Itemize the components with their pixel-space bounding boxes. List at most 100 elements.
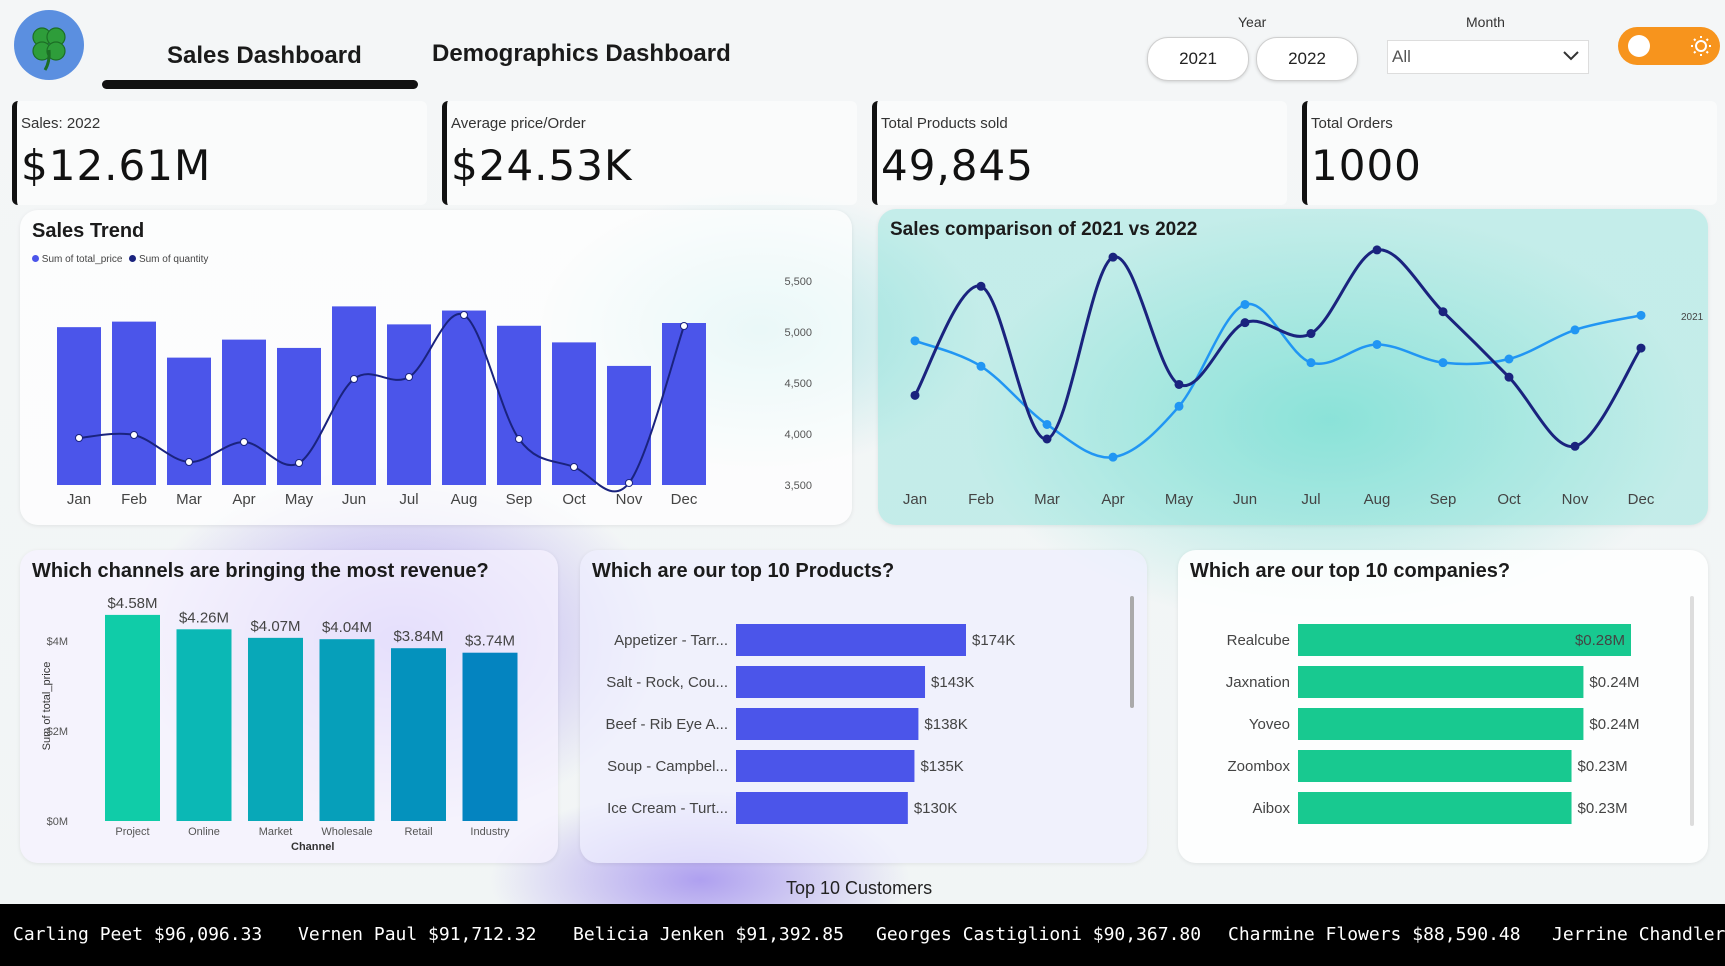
tab-sales-dashboard[interactable]: Sales Dashboard — [167, 42, 362, 70]
y-tick-label: 4,000 — [784, 429, 812, 441]
y-tick-label: $0M — [47, 816, 68, 828]
x-tick-label: Online — [188, 826, 220, 838]
month-dropdown[interactable]: All — [1387, 40, 1589, 74]
bar — [176, 629, 232, 821]
toggle-knob — [1628, 35, 1650, 57]
series-point — [1042, 434, 1052, 444]
category-label: Aibox — [1252, 800, 1290, 817]
month-label: Month — [1466, 14, 1505, 30]
quantity-point — [350, 375, 358, 383]
x-tick-label: Mar — [176, 491, 202, 508]
series-point — [1108, 452, 1118, 462]
x-tick-label: Feb — [121, 491, 147, 508]
data-label: $130K — [914, 800, 957, 817]
series-point — [1372, 245, 1382, 255]
bar — [112, 321, 156, 485]
four-leaf-clover-icon — [32, 27, 66, 71]
data-label: $0.23M — [1578, 800, 1628, 817]
data-label: $174K — [972, 632, 1015, 649]
kpi-value: 49,845 — [881, 141, 1034, 190]
series-point — [1570, 441, 1580, 451]
ticker-item: Georges Castiglioni $90,367.80 — [876, 924, 1202, 945]
quantity-point — [680, 322, 688, 330]
x-tick-label: Market — [259, 826, 293, 838]
sales-comparison-chart[interactable]: Jan Feb Mar Apr May Jun Jul Aug Sep Oct Nov Dec — [878, 209, 1708, 525]
series-point — [1504, 354, 1514, 364]
x-tick-label: Retail — [404, 826, 432, 838]
kpi-label: Total Products sold — [881, 115, 1008, 132]
series-point — [976, 281, 986, 291]
quantity-point — [240, 438, 248, 446]
data-label: $135K — [920, 758, 963, 775]
series-point — [1438, 358, 1448, 368]
data-label: $0.24M — [1589, 716, 1639, 733]
category-label: Zoombox — [1227, 758, 1290, 775]
kpi-products-sold: Total Products sold 49,845 — [872, 101, 1287, 205]
bar — [57, 327, 101, 485]
top-companies-chart[interactable]: Realcube $0.28M Jaxnation $0.24M Yoveo $0.24M… — [1178, 550, 1708, 863]
bar — [248, 637, 303, 821]
kpi-total-orders: Total Orders 1000 — [1302, 101, 1717, 205]
x-tick-label: Dec — [1628, 491, 1655, 508]
bar — [1298, 708, 1584, 740]
bar — [736, 792, 908, 824]
sun-icon — [1691, 36, 1711, 56]
x-tick-label: Jun — [1233, 491, 1257, 508]
bar — [387, 324, 431, 485]
x-tick-label: Apr — [232, 491, 255, 508]
series-point — [1108, 252, 1118, 262]
x-tick-label: Aug — [451, 491, 478, 508]
channels-chart[interactable]: $4M $2M $0M $4.58M Project $4.26M Online $4.07M… — [20, 550, 558, 863]
x-tick-label: Nov — [616, 491, 643, 508]
logo[interactable] — [14, 10, 84, 80]
bar — [736, 624, 966, 656]
category-label: Beef - Rib Eye A... — [605, 716, 728, 733]
series-point — [1042, 419, 1052, 429]
kpi-sales: Sales: 2022 $12.61M — [12, 101, 427, 205]
kpi-value: $24.53K — [451, 141, 633, 190]
year-2021-button[interactable]: 2021 — [1147, 37, 1249, 81]
x-tick-label: Wholesale — [321, 826, 372, 838]
bar — [1298, 666, 1584, 698]
tab-demographics-dashboard[interactable]: Demographics Dashboard — [432, 40, 731, 68]
quantity-point — [75, 434, 83, 442]
series-point — [1174, 379, 1184, 389]
x-tick-label: Project — [115, 826, 149, 838]
ticker-item: Carling Peet $96,096.33 — [13, 924, 263, 945]
channels-card: Which channels are bringing the most rev… — [20, 550, 558, 863]
x-tick-label: Jul — [1301, 491, 1320, 508]
top-companies-card: Which are our top 10 companies? Realcube… — [1178, 550, 1708, 863]
top-products-chart[interactable]: Appetizer - Tarr... $174K Salt - Rock, Cou… — [580, 550, 1147, 863]
bar — [222, 339, 266, 485]
bar — [391, 648, 446, 821]
bar — [736, 750, 915, 782]
bar — [736, 666, 926, 698]
bar — [105, 614, 160, 821]
theme-toggle[interactable] — [1618, 27, 1720, 65]
series-point — [1306, 329, 1316, 339]
x-tick-label: Nov — [1562, 491, 1589, 508]
data-label: $143K — [931, 674, 974, 691]
data-label: $138K — [924, 716, 967, 733]
series-point — [1570, 325, 1580, 335]
quantity-point — [625, 479, 633, 487]
data-label: $3.74M — [465, 633, 515, 650]
y-tick-label: 3,500 — [784, 480, 812, 492]
month-dropdown-value: All — [1392, 47, 1411, 66]
x-tick-label: Aug — [1364, 491, 1391, 508]
kpi-average-price: Average price/Order $24.53K — [442, 101, 857, 205]
kpi-label: Average price/Order — [451, 115, 586, 132]
year-2022-button[interactable]: 2022 — [1256, 37, 1358, 81]
kpi-label: Sales: 2022 — [21, 115, 101, 132]
sales-trend-chart[interactable]: Jan Feb Mar Apr May Jun Jul Aug Sep Oct Nov Dec 5,50… — [20, 210, 852, 525]
data-label: $4.26M — [179, 609, 229, 626]
series-point — [1504, 372, 1514, 382]
x-tick-label: Feb — [968, 491, 994, 508]
quantity-point — [405, 373, 413, 381]
x-tick-label: Sep — [506, 491, 533, 508]
ticker-item: Belicia Jenken $91,392.85 — [573, 924, 844, 945]
category-label: Realcube — [1227, 632, 1290, 649]
series-line — [914, 302, 1642, 459]
quantity-point — [570, 463, 578, 471]
data-label: $0.28M — [1575, 632, 1625, 649]
